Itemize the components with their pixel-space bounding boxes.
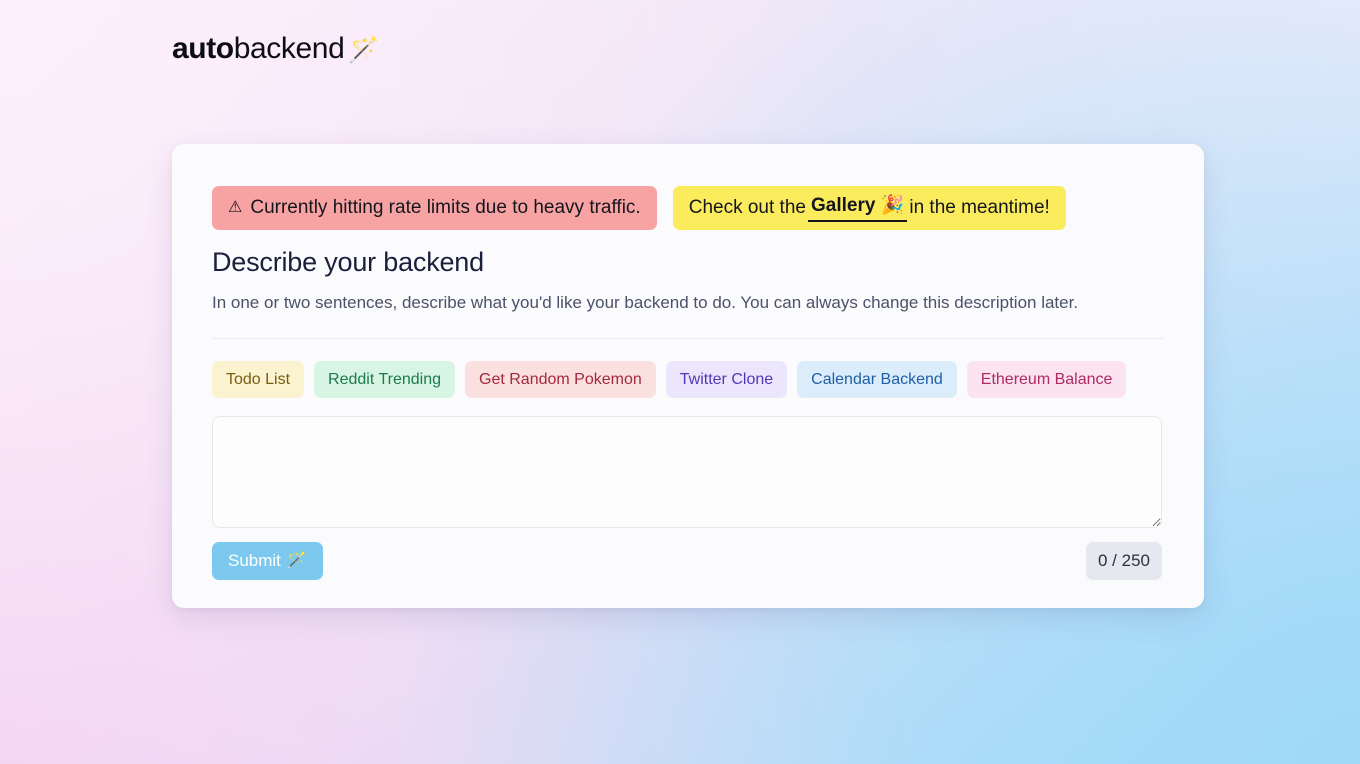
app-logo[interactable]: autobackend 🪄 bbox=[172, 30, 379, 69]
describe-backend-card: ⚠ Currently hitting rate limits due to h… bbox=[172, 144, 1204, 608]
example-chip[interactable]: Get Random Pokemon bbox=[465, 361, 656, 398]
example-chip[interactable]: Ethereum Balance bbox=[966, 361, 1127, 398]
banner-row: ⚠ Currently hitting rate limits due to h… bbox=[212, 186, 1164, 230]
example-chip[interactable]: Reddit Trending bbox=[314, 361, 456, 398]
submit-button[interactable]: Submit 🪄 bbox=[212, 542, 324, 580]
example-chip[interactable]: Twitter Clone bbox=[665, 361, 788, 398]
warning-triangle-icon: ⚠ bbox=[228, 199, 243, 216]
backend-description-input[interactable] bbox=[212, 416, 1162, 528]
gallery-banner: Check out the Gallery 🎉 in the meantime! bbox=[672, 186, 1066, 230]
example-chip[interactable]: Calendar Backend bbox=[797, 361, 957, 398]
page-title: Describe your backend bbox=[212, 247, 484, 277]
prompt-field-wrapper bbox=[212, 416, 1164, 528]
logo-word-backend: backend bbox=[233, 32, 345, 65]
gallery-suffix-text: in the meantime! bbox=[909, 197, 1050, 218]
section-divider bbox=[212, 338, 1164, 339]
rate-limit-banner: ⚠ Currently hitting rate limits due to h… bbox=[212, 186, 657, 230]
page-subtitle: In one or two sentences, describe what y… bbox=[212, 293, 1079, 312]
app-root: autobackend 🪄 ⚠ Currently hitting rate li… bbox=[0, 0, 1360, 764]
logo-word-auto: auto bbox=[172, 32, 234, 65]
submit-button-label: Submit bbox=[228, 551, 281, 570]
gallery-link[interactable]: Gallery 🎉 bbox=[807, 194, 908, 222]
character-counter: 0 / 250 bbox=[1086, 542, 1162, 580]
gallery-prefix-text: Check out the bbox=[688, 197, 806, 218]
example-prompt-chips: Todo List Reddit Trending Get Random Pokem… bbox=[212, 361, 1164, 398]
rate-limit-text: Currently hitting rate limits due to hea… bbox=[250, 197, 641, 218]
example-chip[interactable]: Todo List bbox=[212, 361, 305, 398]
form-footer: Submit 🪄 0 / 250 bbox=[212, 542, 1162, 580]
submit-magic-wand-icon: 🪄 bbox=[285, 551, 308, 570]
magic-wand-icon: 🪄 bbox=[348, 36, 380, 64]
